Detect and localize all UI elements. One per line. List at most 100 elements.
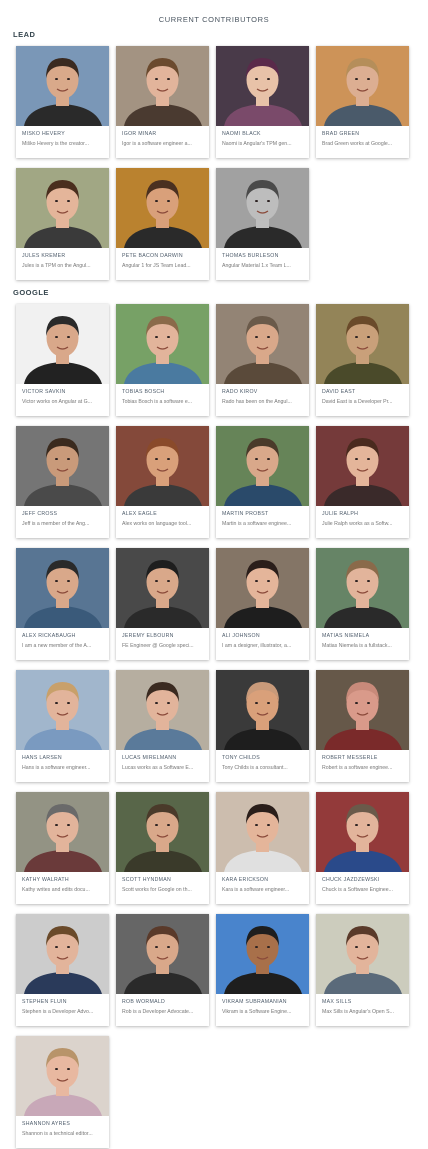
contributor-card[interactable]: DAVID EAST David East is a Developer Pr..…: [316, 304, 409, 416]
group-label-google: GOOGLE: [13, 288, 49, 297]
contributor-photo[interactable]: [116, 914, 209, 994]
contributor-name: MATIAS NIEMELA: [322, 633, 370, 639]
card-body: HANS LARSEN Hans is a software engineer..…: [16, 750, 109, 772]
card-body: TOBIAS BOSCH Tobias Bosch is a software e…: [116, 384, 209, 406]
card-body: MAX SILLS Max Sills is Angular's Open S..…: [316, 994, 409, 1016]
contributor-card[interactable]: KARA ERICKSON Kara is a software engineer…: [216, 792, 309, 904]
contributor-card[interactable]: JEFF CROSS Jeff is a member of the Ang...: [16, 426, 109, 538]
contributor-bio: Victor works on Angular at G...: [22, 399, 92, 405]
portrait-illustration: [316, 426, 409, 506]
contributor-photo[interactable]: [16, 1036, 109, 1116]
contributor-photo[interactable]: [16, 670, 109, 750]
contributor-name: LUCAS MIRELMANN: [122, 755, 177, 761]
contributor-card[interactable]: JULES KREMER Jules is a TPM on the Angul.…: [16, 168, 109, 280]
contributor-photo[interactable]: [216, 46, 309, 126]
contributor-photo[interactable]: [216, 304, 309, 384]
portrait-illustration: [316, 548, 409, 628]
contributor-card[interactable]: VICTOR SAVKIN Victor works on Angular at …: [16, 304, 109, 416]
contributor-photo[interactable]: [116, 304, 209, 384]
contributor-bio: Tobias Bosch is a software e...: [122, 399, 193, 405]
contributor-photo[interactable]: [216, 548, 309, 628]
contributor-card[interactable]: CHUCK JAZDZEWSKI Chuck is a Software Engi…: [316, 792, 409, 904]
contributor-photo[interactable]: [216, 168, 309, 248]
contributor-card[interactable]: JULIE RALPH Julie Ralph works as a Softw.…: [316, 426, 409, 538]
contributor-card[interactable]: ALEX RICKABAUGH I am a new member of the …: [16, 548, 109, 660]
contributor-photo[interactable]: [116, 46, 209, 126]
contributor-name: ALEX EAGLE: [122, 511, 158, 517]
contributor-card[interactable]: IGOR MINAR Igor is a software engineer a.…: [116, 46, 209, 158]
contributor-card[interactable]: THOMAS BURLESON Angular Material 1.x Team…: [216, 168, 309, 280]
contributor-photo[interactable]: [16, 304, 109, 384]
contributor-photo[interactable]: [316, 670, 409, 750]
contributor-photo[interactable]: [116, 548, 209, 628]
contributor-card[interactable]: MARTIN PROBST Martin is a software engine…: [216, 426, 309, 538]
contributor-photo[interactable]: [16, 792, 109, 872]
contributor-bio: Kara is a software engineer...: [222, 887, 290, 893]
contributor-photo[interactable]: [116, 792, 209, 872]
contributor-card[interactable]: JEREMY ELBOURN FE Engineer @ Google speci…: [116, 548, 209, 660]
contributor-name: ALI JOHNSON: [222, 633, 260, 639]
contributor-card[interactable]: SHANNON AYRES Shannon is a technical edit…: [16, 1036, 109, 1148]
contributor-photo[interactable]: [16, 914, 109, 994]
contributor-card[interactable]: ALEX EAGLE Alex works on language tool...: [116, 426, 209, 538]
contributor-photo[interactable]: [216, 670, 309, 750]
contributor-card[interactable]: HANS LARSEN Hans is a software engineer..…: [16, 670, 109, 782]
card-body: SHANNON AYRES Shannon is a technical edit…: [16, 1116, 109, 1138]
card-body: ALEX EAGLE Alex works on language tool...: [116, 506, 209, 528]
contributor-card[interactable]: NAOMI BLACK Naomi is Angular's TPM gen...: [216, 46, 309, 158]
contributor-name: IGOR MINAR: [122, 131, 157, 137]
contributor-card[interactable]: TOBIAS BOSCH Tobias Bosch is a software e…: [116, 304, 209, 416]
card-body: STEPHEN FLUIN Stephen is a Developer Advo…: [16, 994, 109, 1016]
contributor-bio: Alex works on language tool...: [122, 521, 192, 527]
contributor-bio: Miško Hevery is the creator...: [22, 141, 89, 147]
contributor-photo[interactable]: [216, 792, 309, 872]
contributor-card[interactable]: LUCAS MIRELMANN Lucas works as a Software…: [116, 670, 209, 782]
contributor-photo[interactable]: [216, 914, 309, 994]
portrait-illustration: [216, 426, 309, 506]
contributor-name: MIŠKO HEVERY: [22, 131, 65, 137]
contributor-photo[interactable]: [116, 670, 209, 750]
contributor-card[interactable]: TONY CHILDS Tony Childs is a consultant..…: [216, 670, 309, 782]
contributor-bio: Julie Ralph works as a Softw...: [322, 521, 393, 527]
contributor-card[interactable]: ALI JOHNSON I am a designer, illustrator,…: [216, 548, 309, 660]
contributor-photo[interactable]: [316, 46, 409, 126]
contributor-photo[interactable]: [316, 304, 409, 384]
group-label-lead: LEAD: [13, 30, 36, 39]
contributor-photo[interactable]: [116, 426, 209, 506]
card-body: PETE BACON DARWIN Angular 1 for JS Team L…: [116, 248, 209, 270]
portrait-illustration: [16, 168, 109, 248]
contributor-photo[interactable]: [316, 426, 409, 506]
contributor-photo[interactable]: [316, 548, 409, 628]
contributor-card[interactable]: STEPHEN FLUIN Stephen is a Developer Advo…: [16, 914, 109, 1026]
contributor-card[interactable]: VIKRAM SUBRAMANIAN Vikram is a Software E…: [216, 914, 309, 1026]
contributor-photo[interactable]: [16, 426, 109, 506]
contributor-card[interactable]: PETE BACON DARWIN Angular 1 for JS Team L…: [116, 168, 209, 280]
contributor-bio: Kathy writes and edits docu...: [22, 887, 90, 893]
contributor-card[interactable]: KATHY WALRATH Kathy writes and edits docu…: [16, 792, 109, 904]
contributor-bio: Martin is a software enginee...: [222, 521, 292, 527]
contributor-photo[interactable]: [116, 168, 209, 248]
contributor-photo[interactable]: [316, 914, 409, 994]
card-body: MIŠKO HEVERY Miško Hevery is the creator.…: [16, 126, 109, 148]
contributor-card[interactable]: MATIAS NIEMELA Matias Niemela is a fullst…: [316, 548, 409, 660]
contributor-photo[interactable]: [216, 426, 309, 506]
contributor-card[interactable]: RADO KIROV Rado has been on the Angul...: [216, 304, 309, 416]
contributor-card[interactable]: MIŠKO HEVERY Miško Hevery is the creator.…: [16, 46, 109, 158]
contributor-card[interactable]: BRAD GREEN Brad Green works at Google...: [316, 46, 409, 158]
portrait-illustration: [216, 792, 309, 872]
contributor-bio: Igor is a software engineer a...: [122, 141, 192, 147]
portrait-illustration: [316, 792, 409, 872]
contributor-photo[interactable]: [316, 792, 409, 872]
portrait-illustration: [216, 168, 309, 248]
contributor-card[interactable]: ROB WORMALD Rob is a Developer Advocate..…: [116, 914, 209, 1026]
card-body: TONY CHILDS Tony Childs is a consultant..…: [216, 750, 309, 772]
contributor-card[interactable]: ROBERT MESSERLE Robert is a software engi…: [316, 670, 409, 782]
contributor-photo[interactable]: [16, 46, 109, 126]
contributor-bio: Matias Niemela is a fullstack...: [322, 643, 392, 649]
contributor-card[interactable]: MAX SILLS Max Sills is Angular's Open S..…: [316, 914, 409, 1026]
contributor-name: DAVID EAST: [322, 389, 356, 395]
contributor-card[interactable]: SCOTT HYNDMAN Scott works for Google on t…: [116, 792, 209, 904]
card-body: LUCAS MIRELMANN Lucas works as a Software…: [116, 750, 209, 772]
contributor-photo[interactable]: [16, 168, 109, 248]
contributor-photo[interactable]: [16, 548, 109, 628]
